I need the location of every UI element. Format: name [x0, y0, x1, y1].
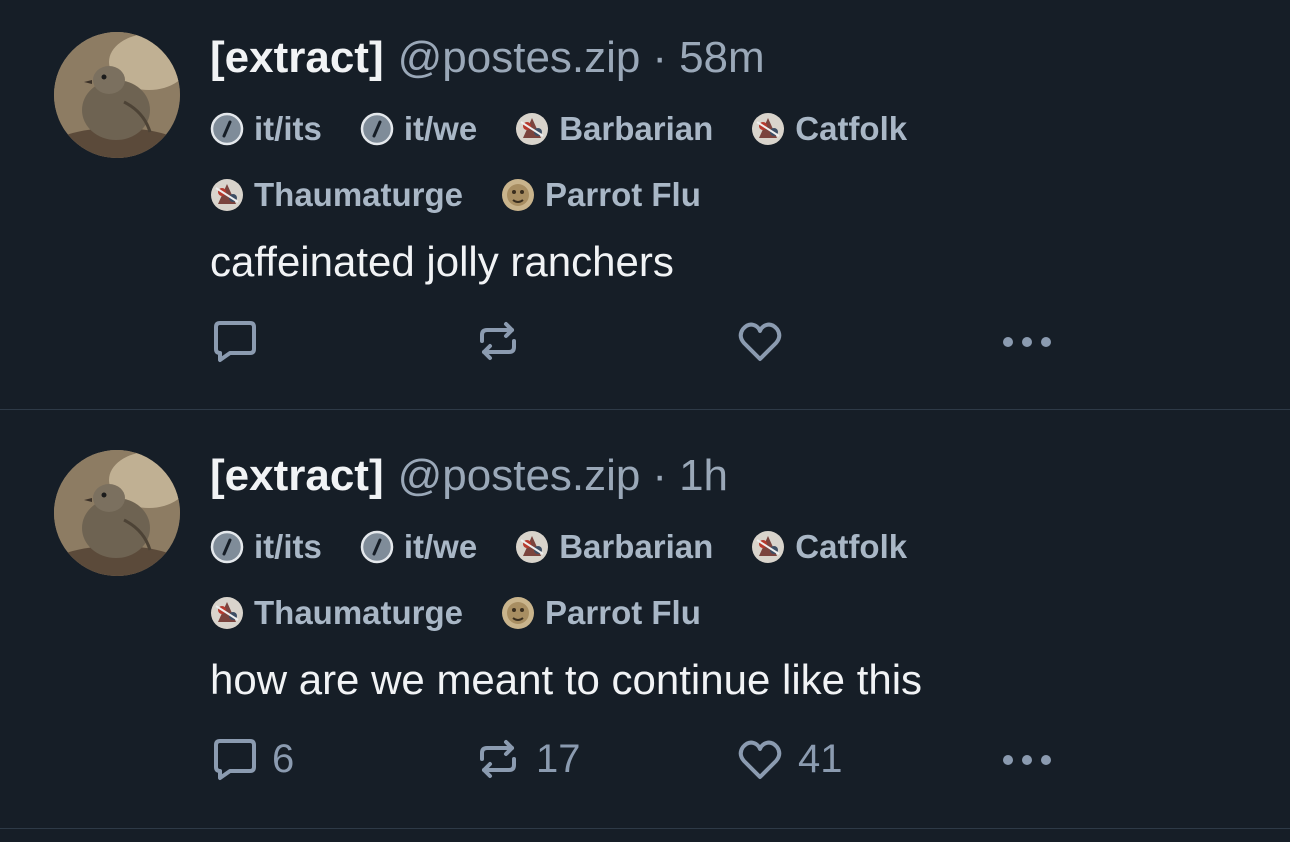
- labeler-avatar-icon: [516, 113, 549, 145]
- post-timestamp[interactable]: 1h: [679, 446, 728, 506]
- author-display-name[interactable]: [extract]: [210, 28, 384, 88]
- like-button[interactable]: [736, 316, 798, 366]
- avatar[interactable]: [54, 450, 180, 576]
- repost-button[interactable]: 17: [474, 734, 581, 784]
- post[interactable]: [extract] @postes.zip · 58m it/its it/we…: [0, 0, 1290, 410]
- label-row: Thaumaturge Parrot Flu: [210, 580, 1110, 646]
- label-row: it/its it/we Barbarian Catfolk: [210, 514, 1110, 580]
- label-text: Catfolk: [795, 110, 908, 147]
- labeler-avatar-icon: [211, 597, 243, 629]
- label-it-we[interactable]: it/we: [360, 528, 477, 566]
- label-text: it/we: [403, 110, 478, 147]
- more-options-button[interactable]: [1000, 734, 1056, 784]
- post-header: [extract] @postes.zip · 1h: [210, 446, 728, 506]
- label-catfolk[interactable]: Catfolk: [751, 110, 907, 148]
- avatar[interactable]: [54, 32, 180, 158]
- slash-circle-icon: [360, 112, 394, 146]
- reply-button[interactable]: 6: [210, 734, 294, 784]
- label-barbarian[interactable]: Barbarian: [515, 528, 713, 566]
- label-text: Parrot Flu: [545, 176, 701, 213]
- ellipsis-icon: [1003, 755, 1051, 765]
- reply-icon: [214, 321, 256, 362]
- label-parrot-flu[interactable]: Parrot Flu: [501, 594, 701, 632]
- label-text: it/its: [254, 528, 322, 565]
- heart-icon: [738, 322, 782, 361]
- post-text: caffeinated jolly ranchers: [210, 238, 674, 285]
- slash-circle-icon: [210, 112, 244, 146]
- post[interactable]: [extract] @postes.zip · 1h it/its it/we …: [0, 418, 1290, 829]
- label-text: Catfolk: [795, 528, 908, 565]
- label-text: it/we: [403, 528, 478, 565]
- label-it-its[interactable]: it/its: [210, 528, 322, 566]
- label-it-its[interactable]: it/its: [210, 110, 322, 148]
- parrot-labeler-icon: [502, 597, 535, 629]
- labeler-avatar-icon: [752, 113, 785, 145]
- post-feed: [extract] @postes.zip · 58m it/its it/we…: [0, 0, 1290, 842]
- label-text: Thaumaturge: [254, 176, 464, 213]
- separator-dot: ·: [652, 33, 668, 82]
- parrot-labeler-icon: [502, 179, 535, 211]
- label-thaumaturge[interactable]: Thaumaturge: [210, 594, 463, 632]
- reply-count: 6: [272, 736, 295, 781]
- repost-count: 17: [536, 736, 581, 781]
- label-list: it/its it/we Barbarian Catfolk Thaumatur…: [210, 514, 1110, 646]
- label-barbarian[interactable]: Barbarian: [515, 110, 713, 148]
- repost-button[interactable]: [474, 316, 536, 366]
- label-list: it/its it/we Barbarian Catfolk Thaumatur…: [210, 96, 1110, 228]
- slash-circle-icon: [360, 530, 394, 564]
- labeler-avatar-icon: [211, 179, 243, 211]
- labeler-avatar-icon: [516, 531, 549, 563]
- label-thaumaturge[interactable]: Thaumaturge: [210, 176, 463, 214]
- label-row: it/its it/we Barbarian Catfolk: [210, 96, 1110, 162]
- like-button[interactable]: 41: [736, 734, 843, 784]
- label-parrot-flu[interactable]: Parrot Flu: [501, 176, 701, 214]
- repost-icon: [480, 322, 516, 360]
- repost-icon: [480, 740, 516, 778]
- author-handle[interactable]: @postes.zip: [398, 446, 641, 506]
- label-catfolk[interactable]: Catfolk: [751, 528, 907, 566]
- post-timestamp[interactable]: 58m: [679, 28, 765, 88]
- heart-icon: [738, 740, 782, 779]
- label-text: it/its: [254, 110, 322, 147]
- reply-icon: [214, 739, 256, 780]
- label-row: Thaumaturge Parrot Flu: [210, 162, 1110, 228]
- post-header: [extract] @postes.zip · 58m: [210, 28, 765, 88]
- author-display-name[interactable]: [extract]: [210, 446, 384, 506]
- separator-dot: ·: [652, 451, 668, 500]
- author-handle[interactable]: @postes.zip: [398, 28, 641, 88]
- labeler-avatar-icon: [752, 531, 785, 563]
- label-text: Parrot Flu: [545, 594, 701, 631]
- reply-button[interactable]: [210, 316, 272, 366]
- label-text: Barbarian: [559, 528, 714, 565]
- slash-circle-icon: [210, 530, 244, 564]
- post-text: how are we meant to continue like this: [210, 656, 923, 703]
- label-text: Thaumaturge: [254, 594, 464, 631]
- label-it-we[interactable]: it/we: [360, 110, 477, 148]
- like-count: 41: [798, 736, 843, 781]
- post-actions: [210, 316, 1070, 366]
- post-actions: 6 17 41: [210, 734, 1070, 784]
- ellipsis-icon: [1003, 337, 1051, 347]
- more-options-button[interactable]: [1000, 316, 1056, 366]
- label-text: Barbarian: [559, 110, 714, 147]
